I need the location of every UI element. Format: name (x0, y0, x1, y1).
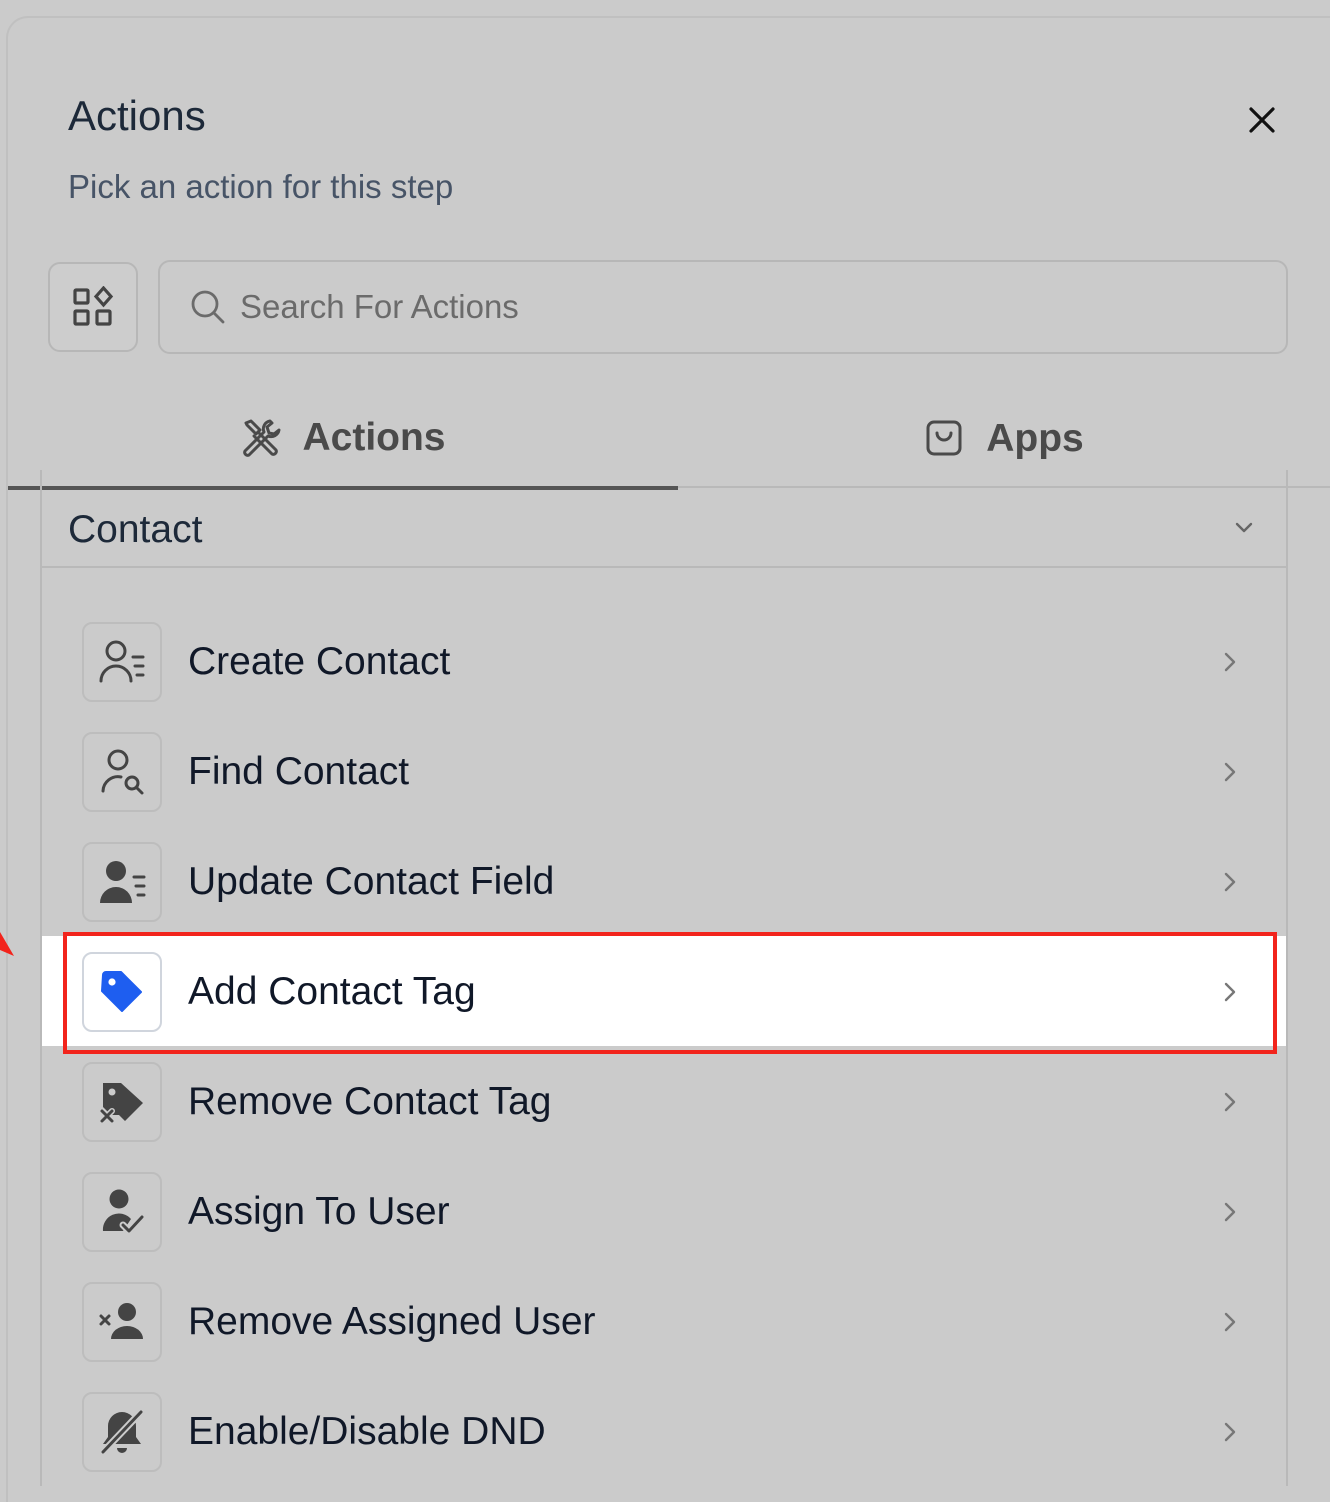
annotation-arrow-tip (0, 932, 14, 956)
action-item-find-contact[interactable]: Find Contact (42, 716, 1286, 826)
contact-section-header[interactable]: Contact (42, 470, 1286, 568)
tag-remove-icon (82, 1062, 162, 1142)
action-item-label: Enable/Disable DND (188, 1410, 546, 1453)
action-item-label: Find Contact (188, 750, 410, 793)
section-title: Contact (68, 508, 203, 551)
action-item-remove-contact-tag[interactable]: Remove Contact Tag (42, 1046, 1286, 1156)
chevron-right-icon (1218, 1088, 1242, 1116)
panel-title: Actions (68, 92, 206, 139)
panel-subtitle: Pick an action for this step (68, 168, 454, 205)
action-item-add-contact-tag[interactable]: Add Contact Tag (42, 936, 1286, 1046)
search-icon (190, 289, 226, 325)
chevron-right-icon (1218, 1418, 1242, 1446)
contact-find-icon (82, 732, 162, 812)
user-check-icon (82, 1172, 162, 1252)
tab-actions-label: Actions (302, 416, 446, 459)
action-item-label: Remove Contact Tag (188, 1080, 552, 1123)
contact-update-icon (82, 842, 162, 922)
grid-shapes-icon (73, 286, 114, 326)
bag-icon (924, 418, 966, 460)
action-item-create-contact[interactable]: Create Contact (42, 606, 1286, 716)
chevron-right-icon (1218, 1308, 1242, 1336)
action-item-update-contact-field[interactable]: Update Contact Field (42, 826, 1286, 936)
user-remove-icon (82, 1282, 162, 1362)
chevron-right-icon (1218, 978, 1242, 1006)
close-icon (1249, 107, 1275, 133)
contact-create-icon (82, 622, 162, 702)
tab-apps-label: Apps (986, 417, 1084, 460)
tag-icon (82, 952, 162, 1032)
chevron-down-icon (1232, 516, 1256, 540)
bell-off-icon (82, 1392, 162, 1472)
search-field[interactable] (158, 260, 1288, 354)
contact-section: Contact Create Contact Find Contact Upda… (40, 470, 1288, 1486)
action-item-label: Update Contact Field (188, 860, 555, 903)
search-input[interactable] (240, 277, 1286, 337)
tools-icon (240, 417, 282, 459)
action-item-enable-disable-dnd[interactable]: Enable/Disable DND (42, 1376, 1286, 1486)
chevron-right-icon (1218, 1198, 1242, 1226)
chevron-right-icon (1218, 868, 1242, 896)
action-item-label: Remove Assigned User (188, 1300, 596, 1343)
action-item-label: Add Contact Tag (188, 970, 476, 1013)
chevron-right-icon (1218, 758, 1242, 786)
chevron-right-icon (1218, 648, 1242, 676)
action-item-label: Create Contact (188, 640, 451, 683)
close-button[interactable] (1240, 98, 1284, 142)
action-item-label: Assign To User (188, 1190, 450, 1233)
app-grid-button[interactable] (48, 262, 138, 352)
action-item-assign-to-user[interactable]: Assign To User (42, 1156, 1286, 1266)
action-item-remove-assigned-user[interactable]: Remove Assigned User (42, 1266, 1286, 1376)
